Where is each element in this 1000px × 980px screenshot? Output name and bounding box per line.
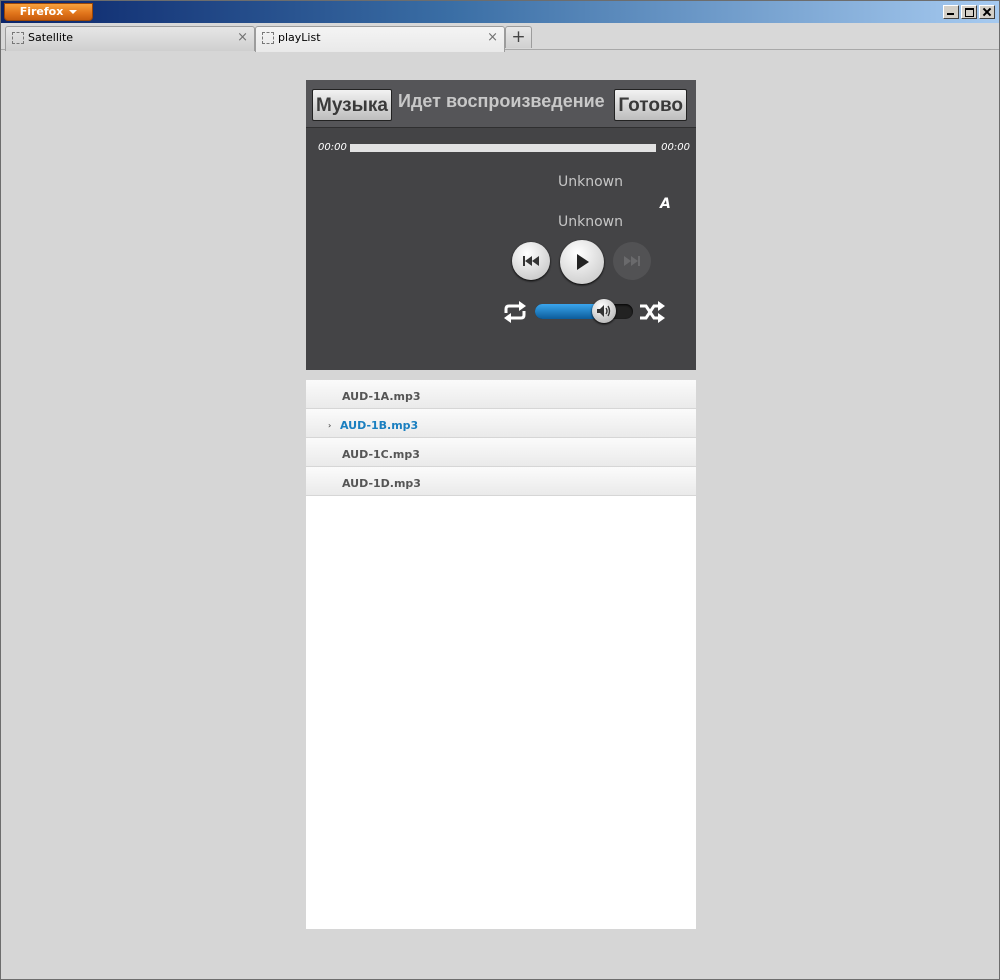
page-icon (262, 32, 274, 44)
page-content: Музыка Идет воспроизведение Готово 00:00… (1, 51, 999, 979)
time-row: 00:00 00:00 (318, 142, 690, 154)
now-playing-panel: Музыка Идет воспроизведение Готово 00:00… (306, 80, 696, 370)
done-button[interactable]: Готово (614, 89, 687, 121)
previous-button[interactable] (512, 242, 550, 280)
playlist: AUD-1A.mp3 › AUD-1B.mp3 AUD-1C.mp3 AUD-1D.mp… (306, 380, 696, 929)
tab-close-icon[interactable]: × (237, 27, 248, 49)
next-button[interactable] (613, 242, 651, 280)
track-title: Unknown (558, 174, 623, 190)
playlist-item[interactable]: AUD-1A.mp3 (306, 380, 696, 409)
playlist-item-label: AUD-1C.mp3 (342, 448, 420, 461)
playlist-item[interactable]: AUD-1C.mp3 (306, 438, 696, 467)
tab-strip: Satellite × playList × + (1, 23, 999, 52)
next-icon (624, 256, 640, 266)
minimize-icon[interactable] (943, 5, 959, 19)
page-title: Идет воспроизведение (398, 91, 605, 111)
tab-close-icon[interactable]: × (487, 27, 498, 49)
player-header: Музыка Идет воспроизведение Готово (306, 80, 696, 128)
playlist-item-label: AUD-1B.mp3 (340, 419, 419, 432)
window-controls (943, 5, 995, 19)
volume-slider[interactable] (535, 299, 633, 323)
play-icon (577, 254, 589, 270)
total-time: 00:00 (661, 142, 690, 153)
title-bar: Firefox (1, 1, 999, 23)
browser-window: Firefox Satellite × playList × + Музыка … (0, 0, 1000, 980)
playlist-item-label: AUD-1A.mp3 (342, 390, 421, 403)
mode-indicator: A (660, 196, 671, 212)
elapsed-time: 00:00 (318, 142, 347, 153)
firefox-menu-button[interactable]: Firefox (4, 3, 93, 21)
playlist-item[interactable]: AUD-1D.mp3 (306, 467, 696, 496)
new-tab-button[interactable]: + (505, 26, 532, 48)
track-artist: Unknown (558, 214, 623, 230)
page-icon (12, 32, 24, 44)
tab-title: playList (278, 31, 321, 44)
speaker-icon (596, 305, 610, 317)
music-back-button[interactable]: Музыка (312, 89, 392, 121)
music-app: Музыка Идет воспроизведение Готово 00:00… (306, 80, 696, 929)
tab-title: Satellite (28, 31, 74, 44)
repeat-icon[interactable] (501, 300, 529, 324)
tab-satellite[interactable]: Satellite × (5, 26, 255, 51)
firefox-menu-label: Firefox (19, 5, 64, 18)
caret-down-icon (69, 10, 78, 14)
prev-icon (523, 256, 539, 266)
maximize-icon[interactable] (961, 5, 977, 19)
volume-knob[interactable] (591, 299, 616, 323)
playlist-item[interactable]: › AUD-1B.mp3 (306, 409, 696, 438)
close-window-icon[interactable] (979, 5, 995, 19)
playlist-item-label: AUD-1D.mp3 (342, 477, 421, 490)
shuffle-icon[interactable] (638, 300, 666, 324)
tab-playlist[interactable]: playList × (255, 26, 505, 52)
play-button[interactable] (560, 240, 604, 284)
progress-bar[interactable] (350, 144, 656, 152)
